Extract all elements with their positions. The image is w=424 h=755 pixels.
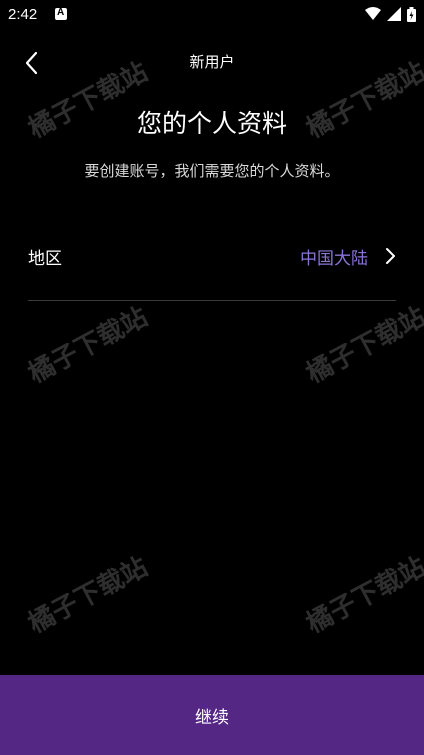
status-time: 2:42 bbox=[8, 6, 38, 23]
chevron-right-icon bbox=[384, 247, 396, 269]
a-notification-icon bbox=[55, 7, 67, 20]
continue-label: 继续 bbox=[195, 707, 229, 728]
region-value: 中国大陆 bbox=[300, 249, 368, 269]
watermark: 橘子下载站 bbox=[23, 301, 153, 390]
watermark: 橘子下载站 bbox=[301, 301, 424, 390]
page-title: 新用户 bbox=[189, 53, 235, 71]
status-icons bbox=[365, 6, 416, 22]
watermark: 橘子下载站 bbox=[23, 551, 153, 640]
status-bar: 2:42 bbox=[0, 0, 424, 30]
wifi-icon bbox=[365, 7, 381, 21]
watermark: 橘子下载站 bbox=[301, 551, 424, 640]
signal-icon bbox=[387, 7, 401, 21]
profile-heading: 您的个人资料 bbox=[136, 109, 287, 138]
region-selector[interactable]: 地区 中国大陆 bbox=[28, 230, 396, 282]
battery-icon bbox=[407, 6, 416, 22]
continue-button[interactable]: 继续 bbox=[0, 675, 424, 755]
region-divider bbox=[28, 300, 396, 301]
profile-subheading: 要创建账号，我们需要您的个人资料。 bbox=[84, 162, 340, 180]
top-bar: 新用户 bbox=[0, 40, 424, 84]
region-label: 地区 bbox=[28, 249, 62, 269]
